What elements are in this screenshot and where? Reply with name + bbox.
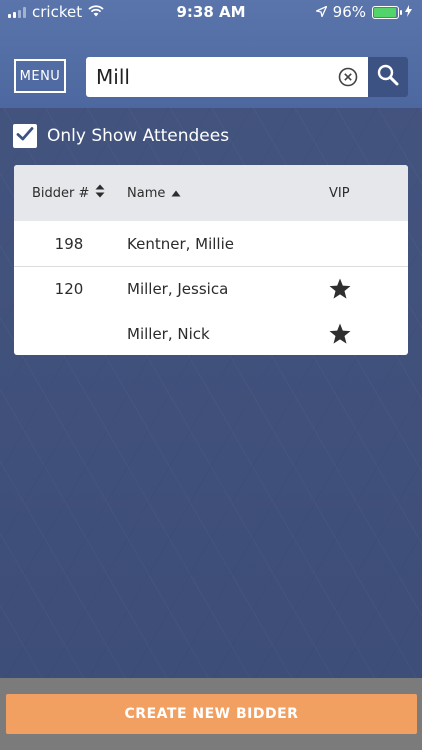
search-button[interactable] bbox=[368, 57, 408, 97]
bidder-table: Bidder # Name VIP 198 Kentner, Millie 12… bbox=[14, 165, 408, 355]
vip-star-icon bbox=[328, 277, 352, 301]
top-bar: cricket 9:38 AM 96% MENU bbox=[0, 0, 422, 108]
only-attendees-checkbox[interactable] bbox=[13, 123, 37, 148]
checkmark-icon bbox=[16, 126, 34, 146]
create-new-bidder-button[interactable]: CREATE NEW BIDDER bbox=[6, 694, 417, 734]
magnifier-icon bbox=[377, 64, 399, 90]
table-row[interactable]: 120 Miller, Jessica bbox=[14, 267, 408, 312]
bidder-name: Kentner, Millie bbox=[127, 235, 234, 253]
table-header: Bidder # Name VIP bbox=[14, 165, 408, 221]
search-field[interactable] bbox=[86, 57, 368, 97]
only-attendees-label: Only Show Attendees bbox=[47, 125, 230, 146]
column-header-bidder-label: Bidder # bbox=[32, 185, 90, 201]
charging-bolt-icon bbox=[405, 3, 412, 21]
column-header-name-label: Name bbox=[127, 185, 166, 201]
column-header-vip-label: VIP bbox=[329, 185, 350, 201]
only-attendees-toggle[interactable]: Only Show Attendees bbox=[13, 123, 229, 148]
sort-ascending-icon bbox=[171, 186, 181, 201]
menu-button[interactable]: MENU bbox=[14, 59, 66, 93]
column-header-name[interactable]: Name bbox=[127, 165, 181, 221]
bidder-name: Miller, Jessica bbox=[127, 280, 229, 298]
menu-button-label: MENU bbox=[19, 68, 61, 84]
column-header-bidder[interactable]: Bidder # bbox=[32, 165, 105, 221]
battery-icon bbox=[372, 5, 402, 19]
footer-bar: CREATE NEW BIDDER bbox=[0, 678, 422, 750]
search-input[interactable] bbox=[86, 57, 326, 97]
battery-percent: 96% bbox=[332, 3, 366, 21]
table-row[interactable]: 198 Kentner, Millie bbox=[14, 222, 408, 267]
create-new-bidder-label: CREATE NEW BIDDER bbox=[124, 706, 299, 722]
vip-star-icon bbox=[328, 322, 352, 346]
location-arrow-icon bbox=[314, 3, 328, 21]
table-row[interactable]: Miller, Nick bbox=[14, 312, 408, 355]
bidder-number: 198 bbox=[54, 235, 84, 253]
bidder-name: Miller, Nick bbox=[127, 325, 210, 343]
bidder-number: 120 bbox=[54, 280, 84, 298]
status-bar: cricket 9:38 AM 96% bbox=[0, 0, 422, 24]
clear-circle-x-icon[interactable] bbox=[338, 67, 358, 87]
sort-both-icon bbox=[95, 184, 105, 202]
column-header-vip: VIP bbox=[329, 165, 350, 221]
